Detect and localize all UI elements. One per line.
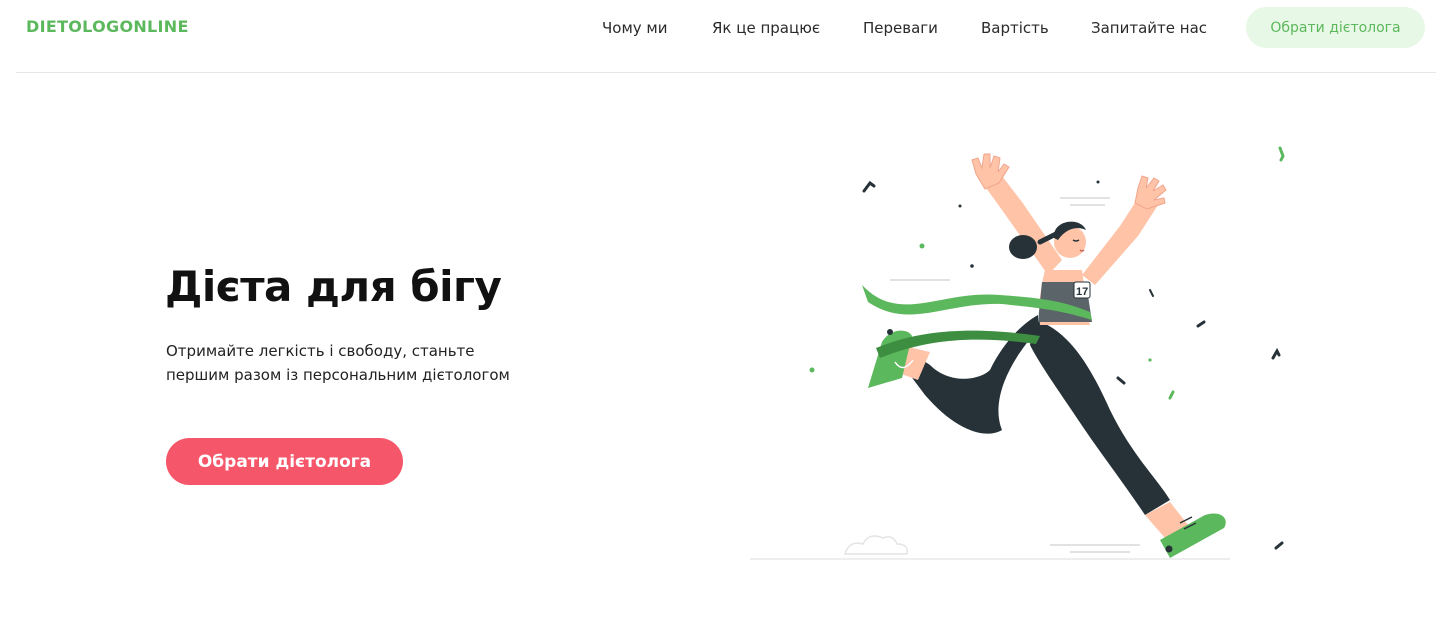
runner-bib-number: 17 (1076, 286, 1088, 298)
runner-front-leg (1030, 320, 1170, 515)
nav-item-ask-us[interactable]: Запитайте нас (1091, 19, 1207, 37)
runner-finish-line-illustration: 17 (750, 146, 1285, 560)
nav-item-why-us[interactable]: Чому ми (602, 19, 668, 37)
runner-ponytail (1009, 235, 1037, 259)
nav-item-how-it-works[interactable]: Як це працює (712, 19, 820, 37)
site-header: DIETOLOGONLINE Чому ми Як це працює Пере… (0, 0, 1440, 72)
nav-item-pricing[interactable]: Вартість (981, 19, 1049, 37)
hero-subtitle-line: Отримайте легкість і свободу, станьте (166, 342, 475, 360)
choose-dietitian-header-button[interactable]: Обрати дієтолога (1246, 7, 1425, 48)
hero-subtitle: Отримайте легкість і свободу, станьте пе… (166, 339, 546, 387)
main-nav: Чому ми Як це працює Переваги Вартість З… (0, 19, 1440, 39)
hero-subtitle-line: першим разом із персональним дієтологом (166, 366, 510, 384)
choose-dietitian-hero-button[interactable]: Обрати дієтолога (166, 438, 403, 485)
cloud-icon (844, 535, 909, 555)
header-divider (16, 72, 1436, 73)
hero-title: Дієта для бігу (165, 262, 502, 311)
runner-left-arm (984, 176, 1062, 275)
nav-item-advantages[interactable]: Переваги (863, 19, 938, 37)
runner-right-hand (1134, 175, 1167, 210)
